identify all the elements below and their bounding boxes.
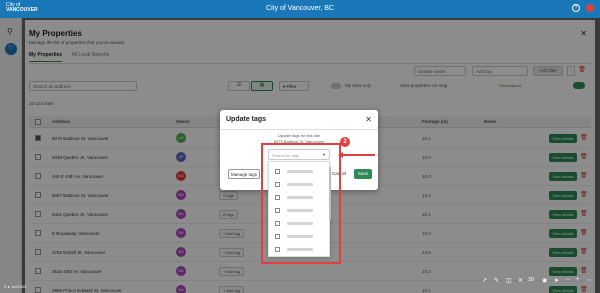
layers-icon[interactable]: ◫	[506, 277, 512, 284]
zoom-out-icon[interactable]: −	[566, 277, 570, 283]
map-toolbar: ↗ ✎ ◫ ✕ 3D ◉ ➤ − + ⋯	[478, 275, 598, 287]
annotation-arrow	[343, 154, 375, 156]
map-scale: 0 ● 1m/2000	[4, 284, 27, 289]
save-button[interactable]: Save	[354, 169, 372, 179]
modal-description: Update tags for this site	[277, 133, 321, 138]
manage-tags-button[interactable]: Manage tags	[228, 169, 260, 179]
compass-icon[interactable]: ➤	[554, 277, 559, 284]
camera-icon[interactable]: ◉	[542, 277, 547, 284]
annotation-arrow-head	[338, 152, 343, 158]
annotation-highlight-box	[261, 143, 341, 264]
user-avatar-icon[interactable]	[586, 4, 594, 12]
measure-icon[interactable]: ↗	[482, 277, 487, 284]
annotation-step-badge: 2	[340, 137, 350, 147]
help-icon[interactable]: ?	[572, 4, 580, 12]
modal-title: Update tags	[226, 116, 267, 123]
3d-toggle[interactable]: 3D	[528, 277, 534, 283]
delete-icon[interactable]: ✕	[518, 277, 523, 284]
modal-close-icon[interactable]: ✕	[365, 115, 372, 124]
app-title: City of Vancouver, BC	[266, 5, 334, 12]
more-icon[interactable]: ⋯	[586, 277, 592, 284]
modal-divider	[220, 129, 378, 130]
top-bar: City of VANCOUVER City of Vancouver, BC …	[0, 0, 600, 18]
draw-icon[interactable]: ✎	[494, 277, 499, 284]
zoom-in-icon[interactable]: +	[576, 277, 580, 283]
